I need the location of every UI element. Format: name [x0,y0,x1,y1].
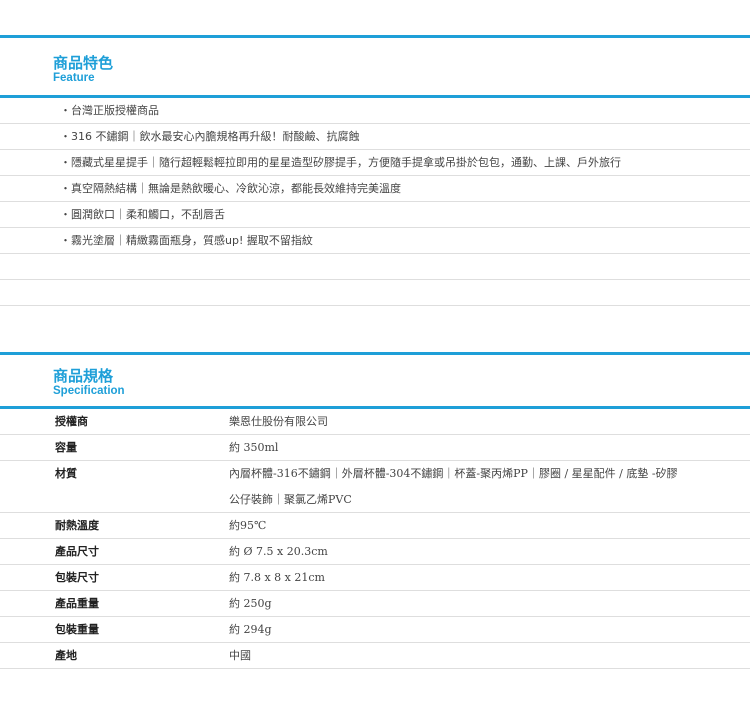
spec-row: 包裝重量 約 294g [0,617,750,643]
spec-row: 包裝尺寸 約 7.8 x 8 x 21cm [0,565,750,591]
feature-heading: 商品特色 Feature [53,55,113,85]
feature-item: ・316 不鏽鋼｜飲水最安心內膽規格再升級！耐酸鹼、抗腐蝕 [0,124,750,150]
feature-item: ・隱藏式星星提手｜隨行超輕鬆輕拉即用的星星造型矽膠提手，方便隨手提拿或吊掛於包包… [0,150,750,176]
feature-item: ・真空隔熱結構｜無論是熱飲暖心、冷飲沁涼，都能長效維持完美溫度 [0,176,750,202]
feature-item-text: ・圓潤飲口｜柔和觸口，不刮唇舌 [60,208,225,221]
spec-value: 約 7.8 x 8 x 21cm [229,571,325,584]
feature-title-en: Feature [53,72,95,84]
spec-row-continued: 公仔裝飾｜聚氯乙烯PVC [0,487,750,513]
spec-row: 材質 內層杯體-316不鏽鋼｜外層杯體-304不鏽鋼｜杯蓋-聚丙烯PP｜膠圈 /… [0,461,750,487]
feature-item-text: ・隱藏式星星提手｜隨行超輕鬆輕拉即用的星星造型矽膠提手，方便隨手提拿或吊掛於包包… [60,156,621,169]
spec-label: 包裝重量 [55,623,99,636]
spec-row: 容量 約 350ml [0,435,750,461]
spec-value: 約 294g [229,623,272,636]
spec-value: 中國 [229,649,251,662]
spec-label: 材質 [55,467,77,480]
spec-row: 授權商 樂恩仕股份有限公司 [0,409,750,435]
feature-title-zh: 商品特色 [53,54,114,72]
spec-label: 包裝尺寸 [55,571,99,584]
feature-top-rule [0,35,750,38]
feature-item-empty [0,254,750,280]
spec-row: 耐熱溫度 約95℃ [0,513,750,539]
feature-item-text: ・霧光塗層｜精緻霧面瓶身，質感up! 握取不留指紋 [60,234,313,247]
spec-value: 約 250g [229,597,272,610]
spec-label: 容量 [55,441,77,454]
feature-item-empty [0,280,750,306]
spec-value: 公仔裝飾｜聚氯乙烯PVC [229,493,352,506]
spec-value: 約 Ø 7.5 x 20.3cm [229,545,328,558]
feature-item-text: ・真空隔熱結構｜無論是熱飲暖心、冷飲沁涼，都能長效維持完美溫度 [60,182,401,195]
spec-label: 授權商 [55,415,88,428]
spec-value: 約 350ml [229,441,279,454]
spec-label: 產品尺寸 [55,545,99,558]
spec-value: 內層杯體-316不鏽鋼｜外層杯體-304不鏽鋼｜杯蓋-聚丙烯PP｜膠圈 / 星星… [229,467,678,480]
spec-heading: 商品規格 Specification [53,368,125,398]
spec-title-zh: 商品規格 [53,367,114,385]
spec-row: 產地 中國 [0,643,750,669]
spec-label: 耐熱溫度 [55,519,99,532]
feature-item: ・台灣正版授權商品 [0,98,750,124]
spec-value: 約95℃ [229,519,267,532]
spec-value: 樂恩仕股份有限公司 [229,415,328,428]
feature-item: ・圓潤飲口｜柔和觸口，不刮唇舌 [0,202,750,228]
spec-title-en: Specification [53,385,125,397]
spec-label: 產品重量 [55,597,99,610]
feature-item-text: ・台灣正版授權商品 [60,104,159,117]
feature-item-text: ・316 不鏽鋼｜飲水最安心內膽規格再升級！耐酸鹼、抗腐蝕 [60,130,360,143]
spec-row: 產品尺寸 約 Ø 7.5 x 20.3cm [0,539,750,565]
spec-top-rule [0,352,750,355]
spec-row: 產品重量 約 250g [0,591,750,617]
feature-item: ・霧光塗層｜精緻霧面瓶身，質感up! 握取不留指紋 [0,228,750,254]
spec-label: 產地 [55,649,77,662]
